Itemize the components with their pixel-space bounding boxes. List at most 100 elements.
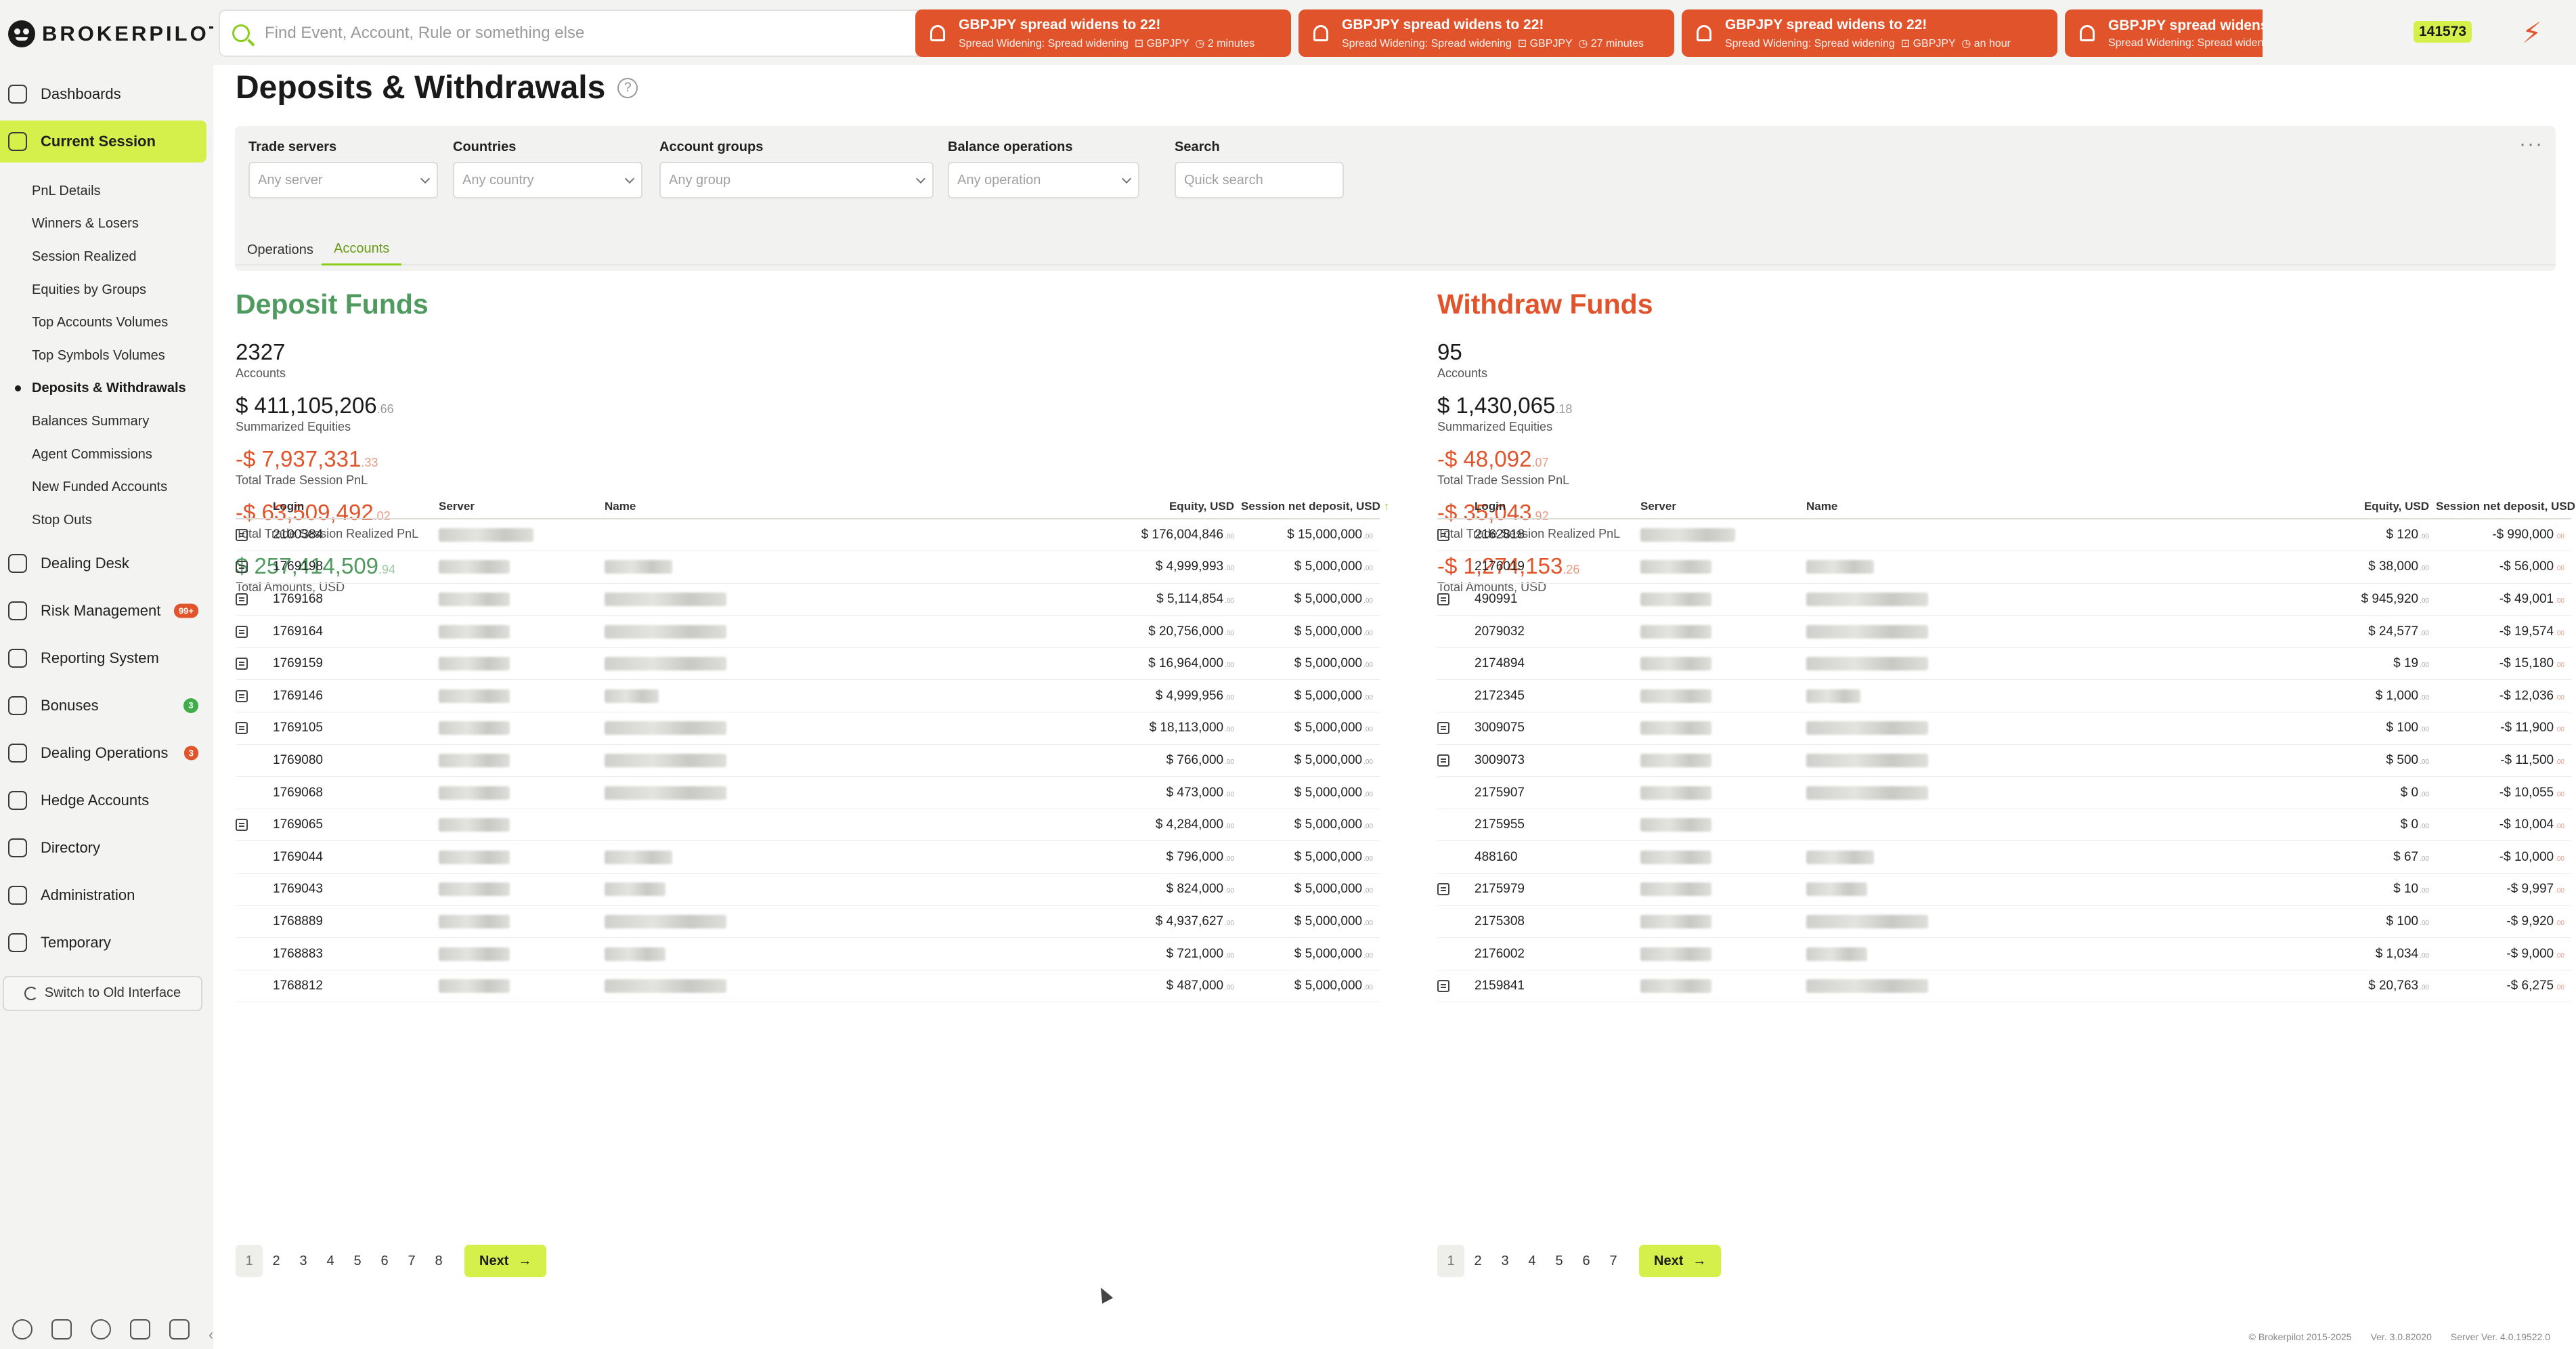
table-row[interactable]: 2175955 $ 0.00 -$ 10,004.00 <box>1437 809 2571 842</box>
table-row[interactable]: 1769043 $ 824,000.00 $ 5,000,000.00 <box>236 873 1380 906</box>
login-cell[interactable]: 1769065 <box>273 809 439 842</box>
login-cell[interactable]: 2175979 <box>1475 873 1640 906</box>
column-header-name[interactable]: Name <box>1806 494 2260 519</box>
login-cell[interactable]: 1769164 <box>273 615 439 648</box>
sidebar-item-reporting-system[interactable]: Reporting System <box>0 637 206 679</box>
table-row[interactable]: 490991 $ 945,920.00 -$ 49,001.00 <box>1437 583 2571 616</box>
dark-mode-icon[interactable] <box>91 1319 111 1340</box>
login-cell[interactable]: 1769043 <box>273 873 439 906</box>
tab-accounts[interactable]: Accounts <box>322 234 402 265</box>
submenu-item-pnl-details[interactable]: PnL Details <box>0 175 206 208</box>
login-cell[interactable]: 1769198 <box>273 551 439 584</box>
login-cell[interactable]: 1769068 <box>273 776 439 809</box>
sidebar-item-hedge-accounts[interactable]: Hedge Accounts <box>0 779 206 821</box>
alert-card[interactable]: GBPJPY spread widens to 22! Spread Widen… <box>915 9 1291 57</box>
table-row[interactable]: 2162818 $ 120.00 -$ 990,000.00 <box>1437 519 2571 552</box>
submenu-item-winners-losers[interactable]: Winners & Losers <box>0 208 206 241</box>
tab-operations[interactable]: Operations <box>235 234 326 265</box>
table-row[interactable]: 1769065 $ 4,284,000.00 $ 5,000,000.00 <box>236 809 1380 842</box>
page-number-button[interactable]: 4 <box>317 1245 344 1277</box>
login-cell[interactable]: 1769105 <box>273 712 439 745</box>
table-row[interactable]: 1769044 $ 796,000.00 $ 5,000,000.00 <box>236 840 1380 874</box>
login-cell[interactable]: 1769080 <box>273 744 439 777</box>
submenu-item-session-realized[interactable]: Session Realized <box>0 240 206 274</box>
login-cell[interactable]: 1769146 <box>273 679 439 713</box>
login-cell[interactable]: 3009075 <box>1475 712 1640 745</box>
help-icon[interactable]: ? <box>617 77 638 98</box>
table-row[interactable]: 1769159 $ 16,964,000.00 $ 5,000,000.00 <box>236 647 1380 681</box>
table-row[interactable]: 2176002 $ 1,034.00 -$ 9,000.00 <box>1437 937 2571 970</box>
submenu-item-new-funded-accounts[interactable]: New Funded Accounts <box>0 471 206 504</box>
quick-search-input[interactable]: Quick search <box>1175 162 1344 198</box>
page-number-button[interactable]: 1 <box>236 1245 263 1277</box>
table-row[interactable]: 1768883 $ 721,000.00 $ 5,000,000.00 <box>236 937 1380 970</box>
login-cell[interactable]: 2162818 <box>1475 519 1640 552</box>
login-cell[interactable]: 1769044 <box>273 840 439 874</box>
table-row[interactable]: 1769168 $ 5,114,854.00 $ 5,000,000.00 <box>236 583 1380 616</box>
account-groups-select[interactable]: Any group <box>659 162 934 198</box>
login-cell[interactable]: 2175955 <box>1475 809 1640 842</box>
column-header-server[interactable]: Server <box>1640 494 1806 519</box>
login-cell[interactable]: 1768889 <box>273 905 439 939</box>
lightning-icon[interactable]: ⚡ <box>2522 16 2542 49</box>
login-cell[interactable]: 1769159 <box>273 647 439 681</box>
login-cell[interactable]: 488160 <box>1475 840 1640 874</box>
login-cell[interactable]: 2175907 <box>1475 776 1640 809</box>
sidebar-item-administration[interactable]: Administration <box>0 874 206 916</box>
login-cell[interactable]: 2176002 <box>1475 937 1640 970</box>
logout-icon[interactable] <box>169 1319 190 1340</box>
column-header-server[interactable]: Server <box>439 494 605 519</box>
login-cell[interactable]: 2172345 <box>1475 679 1640 713</box>
login-cell[interactable]: 2175308 <box>1475 905 1640 939</box>
next-page-button[interactable]: Next → <box>464 1245 547 1277</box>
login-cell[interactable]: 1768812 <box>273 970 439 1003</box>
brand-logo[interactable]: BROKERPILOT <box>8 20 225 47</box>
column-header-net-deposit[interactable]: Session net deposit, USD ↑ <box>2436 494 2575 519</box>
table-row[interactable]: 1769198 $ 4,999,993.00 $ 5,000,000.00 <box>236 551 1380 584</box>
monitor-icon[interactable] <box>51 1319 72 1340</box>
page-number-button[interactable]: 7 <box>398 1245 425 1277</box>
table-row[interactable]: 2174894 $ 19.00 -$ 15,180.00 <box>1437 647 2571 681</box>
alert-card[interactable]: GBPJPY spread widens to 22! Spread Widen… <box>1298 9 1674 57</box>
table-row[interactable]: 2175308 $ 100.00 -$ 9,920.00 <box>1437 905 2571 939</box>
alert-count-badge[interactable]: 141573 <box>2414 21 2472 43</box>
login-cell[interactable]: 490991 <box>1475 583 1640 616</box>
column-header-net-deposit[interactable]: Session net deposit, USD ↑ <box>1241 494 1389 519</box>
sidebar-item-bonuses[interactable]: Bonuses 3 <box>0 685 206 727</box>
hide-values-icon[interactable] <box>130 1319 150 1340</box>
page-number-button[interactable]: 1 <box>1437 1245 1464 1277</box>
table-row[interactable]: 488160 $ 67.00 -$ 10,000.00 <box>1437 840 2571 874</box>
submenu-item-balances-summary[interactable]: Balances Summary <box>0 405 206 438</box>
column-header-equity[interactable]: Equity, USD <box>2260 494 2436 519</box>
page-number-button[interactable]: 2 <box>263 1245 290 1277</box>
login-cell[interactable]: 2079032 <box>1475 615 1640 648</box>
sidebar-item-dealing-desk[interactable]: Dealing Desk <box>0 542 206 584</box>
table-row[interactable]: 1769105 $ 18,113,000.00 $ 5,000,000.00 <box>236 712 1380 745</box>
column-header-login[interactable]: Login <box>1475 494 1640 519</box>
page-number-button[interactable]: 6 <box>371 1245 398 1277</box>
sidebar-item-temporary[interactable]: Temporary <box>0 922 206 964</box>
table-row[interactable]: 2175907 $ 0.00 -$ 10,055.00 <box>1437 776 2571 809</box>
table-row[interactable]: 1769146 $ 4,999,956.00 $ 5,000,000.00 <box>236 679 1380 713</box>
countries-select[interactable]: Any country <box>453 162 642 198</box>
settings-icon[interactable] <box>12 1319 32 1340</box>
sidebar-item-dealing-operations[interactable]: Dealing Operations 3 <box>0 732 206 774</box>
table-row[interactable]: 1768812 $ 487,000.00 $ 5,000,000.00 <box>236 970 1380 1003</box>
table-row[interactable]: 2159841 $ 20,763.00 -$ 6,275.00 <box>1437 970 2571 1003</box>
login-cell[interactable]: 2159841 <box>1475 970 1640 1003</box>
balance-operations-select[interactable]: Any operation <box>948 162 1139 198</box>
page-number-button[interactable]: 5 <box>1546 1245 1573 1277</box>
submenu-item-agent-commissions[interactable]: Agent Commissions <box>0 438 206 471</box>
sidebar-item-dashboards[interactable]: Dashboards <box>0 73 206 115</box>
table-row[interactable]: 2175979 $ 10.00 -$ 9,997.00 <box>1437 873 2571 906</box>
login-cell[interactable]: 2176019 <box>1475 551 1640 584</box>
trade-servers-select[interactable]: Any server <box>248 162 438 198</box>
login-cell[interactable]: 2100384 <box>273 519 439 552</box>
alert-card[interactable]: GBPJPY spread widens to 22! Spread Widen… <box>2065 9 2263 57</box>
column-header-login[interactable]: Login <box>273 494 439 519</box>
table-row[interactable]: 1769068 $ 473,000.00 $ 5,000,000.00 <box>236 776 1380 809</box>
submenu-item-top-accounts-volumes[interactable]: Top Accounts Volumes <box>0 306 206 339</box>
table-row[interactable]: 1769164 $ 20,756,000.00 $ 5,000,000.00 <box>236 615 1380 648</box>
sidebar-item-current-session[interactable]: Current Session <box>0 121 206 163</box>
page-number-button[interactable]: 3 <box>1491 1245 1519 1277</box>
